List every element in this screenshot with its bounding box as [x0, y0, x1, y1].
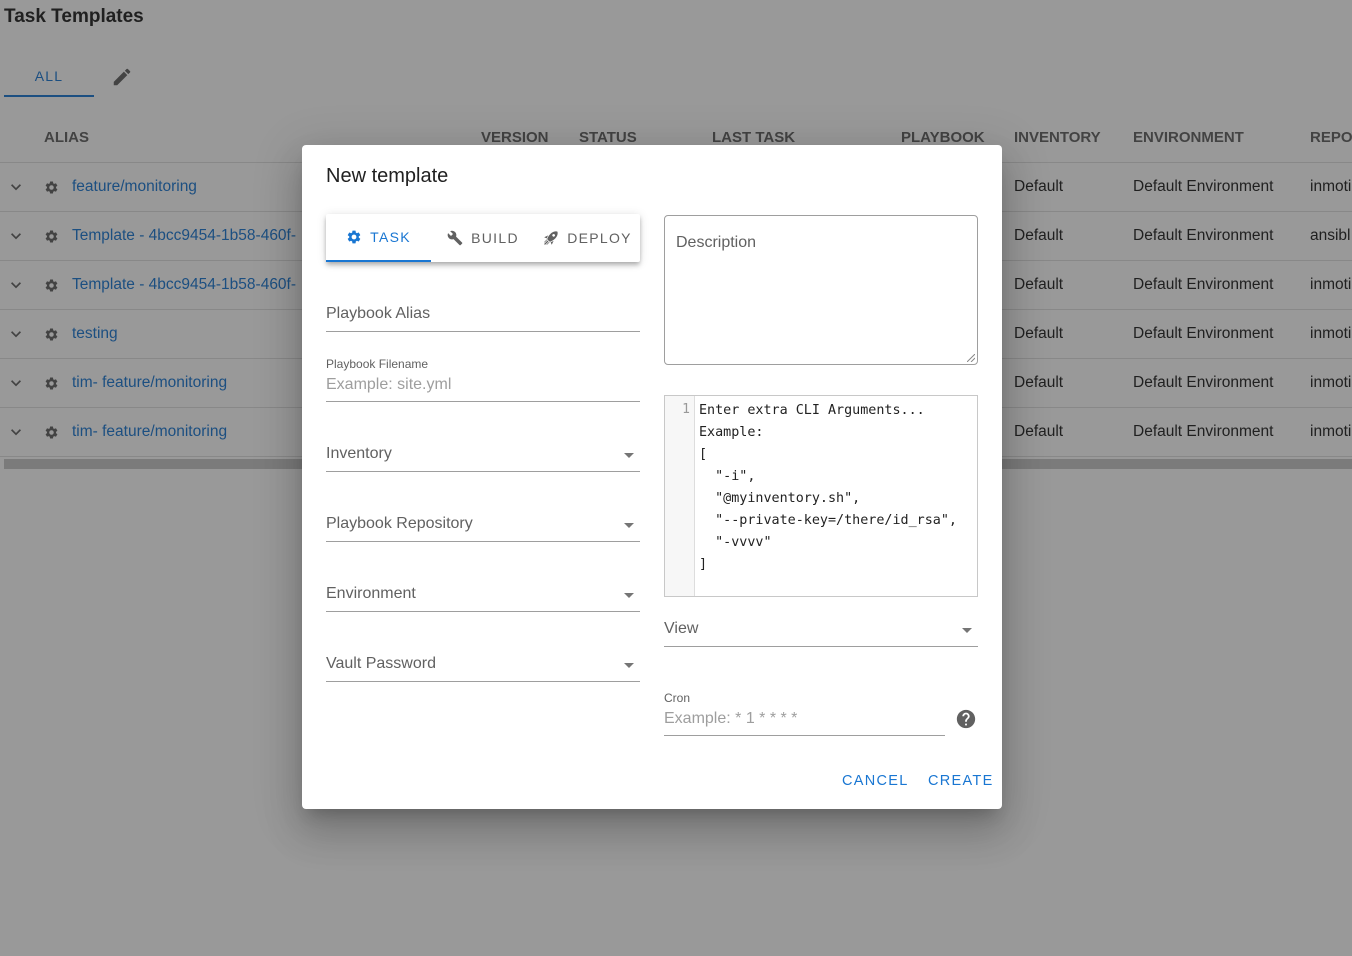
inventory-label: Inventory	[326, 445, 392, 462]
cancel-button[interactable]: CANCEL	[842, 773, 909, 789]
environment-select[interactable]: Environment	[326, 580, 640, 612]
tab-deploy-label: DEPLOY	[567, 230, 632, 246]
line-number-gutter: 1	[665, 396, 695, 596]
vault-password-select[interactable]: Vault Password	[326, 650, 640, 682]
tab-build[interactable]: BUILD	[431, 214, 535, 262]
repository-label: Playbook Repository	[326, 515, 473, 532]
tab-build-label: BUILD	[471, 230, 519, 246]
playbook-filename-placeholder: Example: site.yml	[326, 376, 452, 393]
dropdown-arrow-icon	[962, 628, 972, 633]
tab-deploy[interactable]: DEPLOY	[535, 214, 640, 262]
vault-label: Vault Password	[326, 655, 436, 672]
description-textarea[interactable]: Description	[664, 215, 978, 365]
resize-handle-icon[interactable]	[967, 354, 975, 362]
wrench-icon	[447, 230, 463, 246]
playbook-filename-label: Playbook Filename	[326, 357, 429, 371]
description-label: Description	[676, 234, 757, 251]
playbook-filename-field[interactable]: Playbook Filename Example: site.yml	[326, 355, 640, 402]
dropdown-arrow-icon	[624, 453, 634, 458]
inventory-select[interactable]: Inventory	[326, 440, 640, 472]
tab-task-label: TASK	[370, 229, 411, 245]
dropdown-arrow-icon	[624, 593, 634, 598]
gear-icon	[347, 230, 361, 244]
new-template-dialog: New template TASK BUILD DEPLOY Playbook …	[302, 145, 1002, 809]
cron-label: Cron	[664, 691, 691, 705]
template-type-tabs: TASK BUILD DEPLOY	[326, 214, 640, 262]
view-select[interactable]: View	[664, 615, 978, 647]
dropdown-arrow-icon	[624, 523, 634, 528]
rocket-icon	[544, 231, 558, 245]
cli-arguments-editor[interactable]: 1 Enter extra CLI Arguments... Example: …	[664, 395, 978, 597]
cron-placeholder: Example: * 1 * * * *	[664, 710, 798, 727]
environment-label: Environment	[326, 585, 416, 602]
help-icon[interactable]	[955, 708, 977, 730]
line-number: 1	[682, 402, 690, 417]
playbook-repository-select[interactable]: Playbook Repository	[326, 510, 640, 542]
playbook-alias-field[interactable]: Playbook Alias	[326, 300, 640, 332]
playbook-alias-label: Playbook Alias	[326, 305, 431, 322]
dialog-title: New template	[326, 165, 449, 187]
view-label: View	[664, 620, 699, 637]
create-button[interactable]: CREATE	[928, 773, 994, 789]
cli-arguments-placeholder: Enter extra CLI Arguments... Example: [ …	[699, 403, 957, 572]
cron-field[interactable]: Cron Example: * 1 * * * *	[664, 689, 945, 736]
dropdown-arrow-icon	[624, 663, 634, 668]
tab-task[interactable]: TASK	[326, 214, 431, 262]
